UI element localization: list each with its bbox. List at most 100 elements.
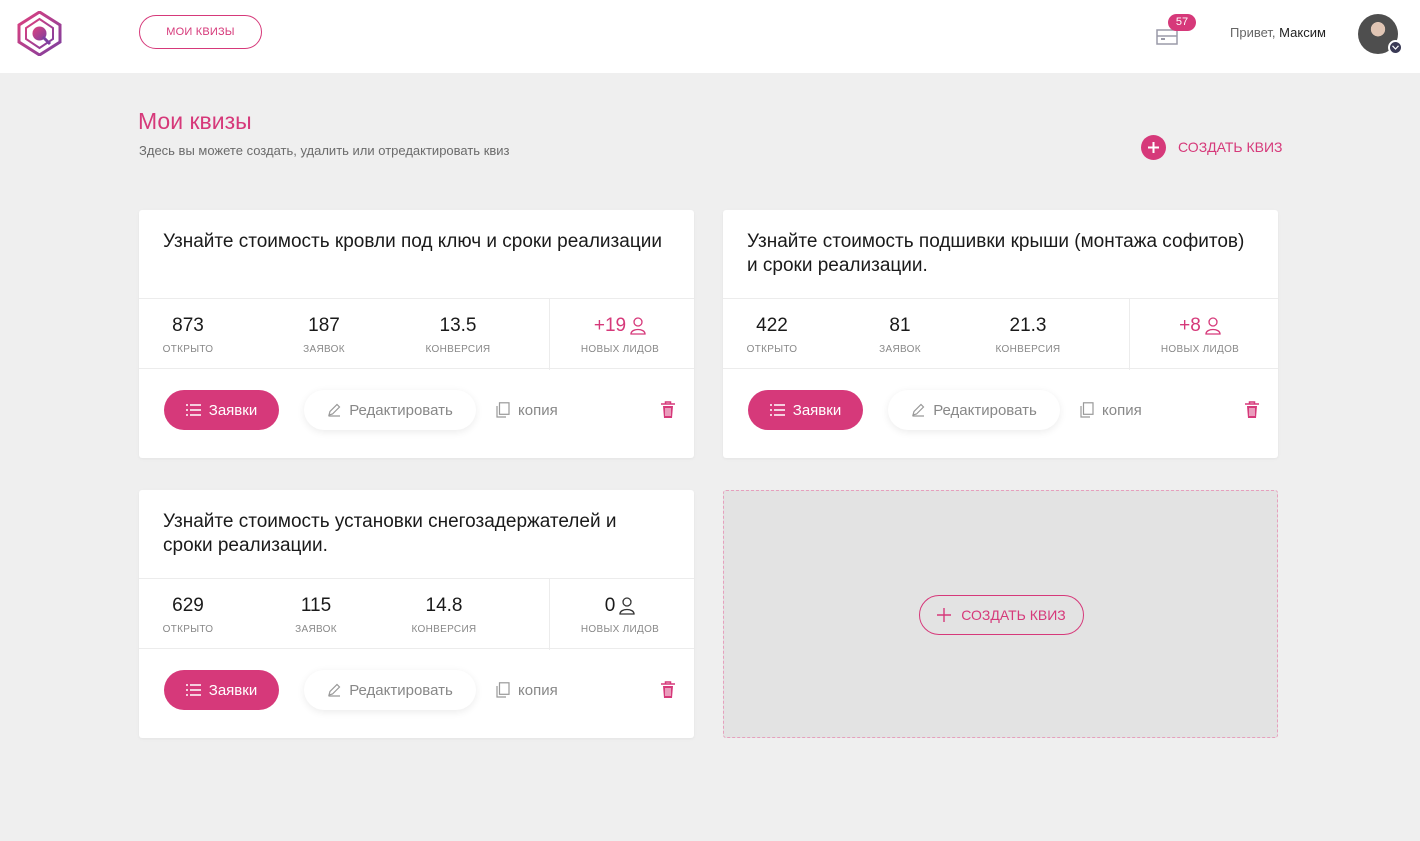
copy-button[interactable]: копия (496, 679, 558, 701)
greeting-prefix: Привет, (1230, 25, 1276, 40)
stat-conversion: 21.3 конверсия (978, 299, 1078, 370)
stat-conversion: 13.5 конверсия (408, 299, 508, 370)
edit-button-label: Редактировать (349, 401, 453, 419)
plus-icon (1141, 134, 1166, 160)
chevron-down-icon[interactable] (1388, 40, 1403, 55)
applications-button-label: Заявки (792, 401, 842, 419)
pencil-icon (328, 683, 341, 697)
quiz-card: Узнайте стоимость подшивки крыши (монтаж… (723, 210, 1278, 458)
create-quiz-label: Создать квиз (1178, 139, 1283, 155)
edit-button-label: Редактировать (349, 681, 453, 699)
pencil-icon (328, 403, 341, 417)
stat-new-leads-value: +8 (1130, 315, 1270, 337)
stat-new-leads: +8 новых лидов (1130, 299, 1270, 370)
stat-opened-value: 422 (756, 315, 788, 336)
stat-applications-label: заявок (303, 344, 345, 355)
applications-button[interactable]: Заявки (164, 670, 279, 710)
stat-applications-value: 187 (308, 315, 340, 336)
stat-opened-value: 629 (172, 595, 204, 616)
list-icon (769, 404, 785, 416)
page-subtitle: Здесь вы можете создать, удалить или отр… (139, 143, 510, 158)
trash-icon[interactable] (660, 401, 676, 419)
stat-opened-label: открыто (746, 344, 798, 355)
stat-opened-label: открыто (162, 344, 214, 355)
edit-button-label: Редактировать (933, 401, 1037, 419)
create-quiz-card-label: Создать квиз (961, 607, 1066, 623)
quiz-stats: 873 открыто 187 заявок 13.5 конверсия +1… (139, 298, 694, 370)
top-header: Мои квизы 57 Привет, Максим (0, 0, 1420, 73)
stat-new-leads: 0 новых лидов (550, 579, 690, 650)
notifications-button[interactable]: 57 (1155, 14, 1199, 48)
plus-icon (937, 608, 952, 622)
applications-button-label: Заявки (208, 401, 258, 419)
stat-new-leads: +19 новых лидов (550, 299, 690, 370)
greeting: Привет, Максим (1230, 25, 1326, 40)
stat-conversion-value: 14.8 (425, 595, 463, 616)
applications-button-label: Заявки (208, 681, 258, 699)
copy-icon (496, 682, 510, 698)
quiz-stats: 629 открыто 115 заявок 14.8 конверсия 0 … (139, 578, 694, 650)
quiz-title: Узнайте стоимость подшивки крыши (монтаж… (747, 231, 1245, 276)
copy-button-label: копия (518, 401, 558, 419)
user-icon (1205, 317, 1221, 335)
copy-button[interactable]: копия (496, 399, 558, 421)
stat-new-leads-label: новых лидов (580, 624, 660, 635)
notifications-badge: 57 (1168, 14, 1196, 31)
copy-icon (496, 402, 510, 418)
edit-button[interactable]: Редактировать (304, 390, 476, 430)
stat-conversion-value: 21.3 (1009, 315, 1047, 336)
copy-button-label: копия (1102, 401, 1142, 419)
edit-button[interactable]: Редактировать (888, 390, 1060, 430)
stat-new-leads-value: 0 (550, 595, 690, 617)
quiz-title: Узнайте стоимость кровли под ключ и срок… (163, 231, 662, 252)
list-icon (185, 404, 201, 416)
quiz-actions: Заявки Редактировать копия (139, 369, 694, 458)
my-quizzes-nav-button[interactable]: Мои квизы (139, 15, 262, 49)
create-quiz-card[interactable]: Создать квиз (723, 490, 1278, 738)
copy-button-label: копия (518, 681, 558, 699)
quiz-title: Узнайте стоимость установки снегозадержа… (163, 511, 617, 556)
applications-button[interactable]: Заявки (164, 390, 279, 430)
copy-button[interactable]: копия (1080, 399, 1142, 421)
copy-icon (1080, 402, 1094, 418)
stat-applications-value: 81 (889, 315, 911, 336)
stat-applications: 81 заявок (850, 299, 950, 370)
stat-applications-value: 115 (300, 595, 332, 616)
pencil-icon (912, 403, 925, 417)
edit-button[interactable]: Редактировать (304, 670, 476, 710)
stat-conversion-label: конверсия (995, 344, 1061, 355)
stat-applications: 115 заявок (266, 579, 366, 650)
create-quiz-button[interactable]: Создать квиз (1141, 134, 1283, 160)
quiz-card: Узнайте стоимость кровли под ключ и срок… (139, 210, 694, 458)
quiz-card: Узнайте стоимость установки снегозадержа… (139, 490, 694, 738)
applications-button[interactable]: Заявки (748, 390, 863, 430)
stat-new-leads-value: +19 (550, 315, 690, 337)
stat-opened-value: 873 (172, 315, 204, 336)
stat-conversion-label: конверсия (411, 624, 477, 635)
stat-new-leads-label: новых лидов (580, 344, 660, 355)
create-quiz-card-button[interactable]: Создать квиз (919, 595, 1084, 635)
stat-applications-label: заявок (295, 624, 337, 635)
quiz-stats: 422 открыто 81 заявок 21.3 конверсия +8 … (723, 298, 1278, 370)
stat-new-leads-number: +8 (1179, 315, 1201, 336)
page-title: Мои квизы (138, 108, 252, 134)
quiz-actions: Заявки Редактировать копия (139, 649, 694, 738)
trash-icon[interactable] (1244, 401, 1260, 419)
logo-icon[interactable] (17, 10, 62, 57)
stat-new-leads-number: +19 (593, 315, 627, 336)
stat-new-leads-label: новых лидов (1160, 344, 1240, 355)
stat-conversion: 14.8 конверсия (394, 579, 494, 650)
trash-icon[interactable] (660, 681, 676, 699)
stat-applications: 187 заявок (274, 299, 374, 370)
stat-opened: 422 открыто (723, 299, 821, 370)
stat-applications-label: заявок (879, 344, 921, 355)
user-icon (619, 597, 635, 615)
list-icon (185, 684, 201, 696)
stat-conversion-value: 13.5 (439, 315, 477, 336)
user-icon (630, 317, 646, 335)
user-name: Максим (1279, 25, 1326, 40)
stat-opened: 873 открыто (139, 299, 237, 370)
stat-opened: 629 открыто (139, 579, 237, 650)
stat-new-leads-number: 0 (604, 595, 616, 616)
stat-conversion-label: конверсия (425, 344, 491, 355)
